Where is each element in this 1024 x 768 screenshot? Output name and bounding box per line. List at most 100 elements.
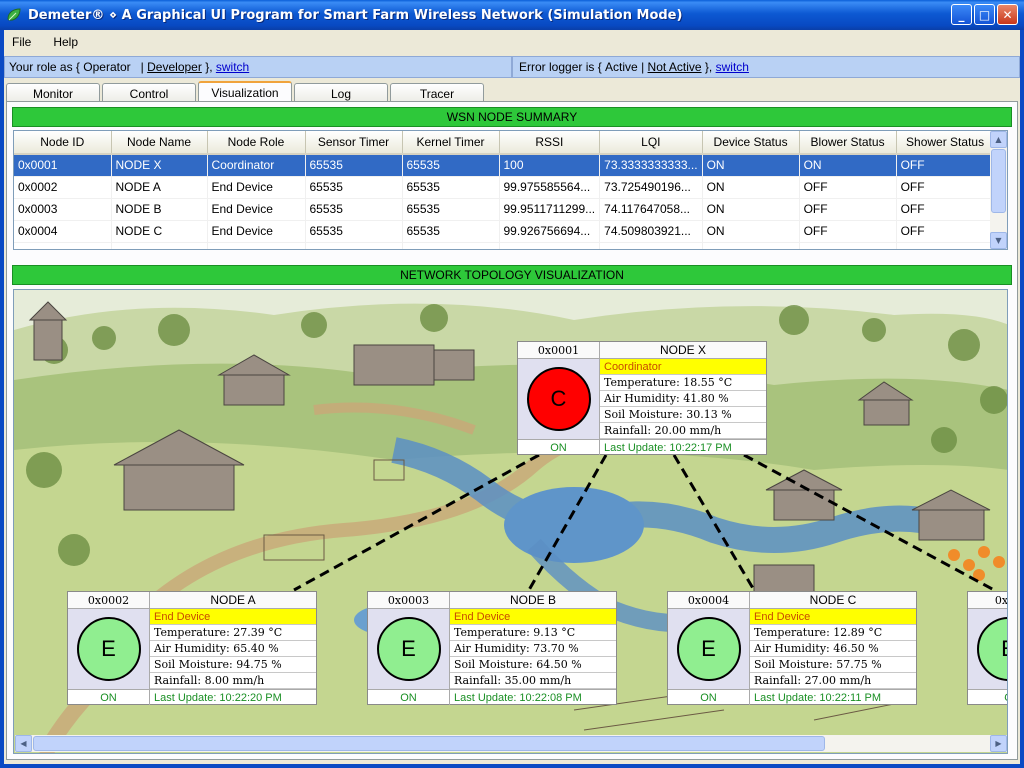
table-cell: ON — [702, 220, 800, 243]
menu-file[interactable]: File — [12, 35, 31, 49]
tab-visualization[interactable]: Visualization — [198, 81, 292, 103]
table-cell — [799, 242, 897, 249]
role-switch-link[interactable]: switch — [216, 60, 249, 74]
leaf-icon — [7, 8, 21, 21]
table-cell: 65535 — [402, 220, 500, 243]
table-cell: 0x0001 — [14, 154, 112, 177]
column-header[interactable]: RSSI — [499, 131, 601, 155]
node-name: NODE X — [600, 342, 766, 359]
maximize-button[interactable]: □ — [974, 4, 995, 25]
table-scroll-thumb[interactable] — [991, 149, 1006, 213]
topology-scroll-thumb[interactable] — [33, 736, 825, 751]
topology-horizontal-scrollbar[interactable]: ◀ ▶ — [15, 735, 1007, 752]
node-last-update: Last Update: 10:22:08 PM — [450, 689, 616, 705]
node-soil-moisture: Soil Moisture: 94.75 % — [150, 657, 316, 673]
table-cell: 65535 — [305, 220, 403, 243]
status-strip: Your role as { Operator | Developer }, s… — [4, 56, 1020, 78]
scroll-up-icon[interactable]: ▲ — [990, 131, 1007, 148]
node-rainfall: Rainfall: 35.00 mm/h — [450, 673, 616, 689]
topology-header: NETWORK TOPOLOGY VISUALIZATION — [12, 265, 1012, 285]
column-header[interactable]: Node ID — [14, 131, 112, 155]
tab-log[interactable]: Log — [294, 83, 388, 103]
table-cell: ON — [799, 154, 897, 177]
table-cell: 99.926756694... — [499, 220, 601, 243]
table-cell — [14, 242, 112, 249]
node-card[interactable]: 0x0002 NODE A E End Device Temperature: 27.3… — [67, 591, 317, 705]
table-cell: NODE A — [111, 176, 208, 199]
tab-strip: Monitor Control Visualization Log Tracer — [6, 81, 484, 103]
logger-not-active-option[interactable]: Not Active — [648, 60, 702, 74]
column-header[interactable]: Sensor Timer — [305, 131, 403, 155]
node-summary-table: Node ID Node Name Node Role Sensor Timer… — [13, 130, 1008, 250]
table-header-row: Node ID Node Name Node Role Sensor Timer… — [14, 131, 995, 155]
minimize-button[interactable]: _ — [951, 4, 972, 25]
node-soil-moisture: Soil Moisture: 57.75 % — [750, 657, 916, 673]
role-developer-option[interactable]: Developer — [147, 60, 202, 74]
node-soil-moisture: Soil Moisture: 64.50 % — [450, 657, 616, 673]
tab-control[interactable]: Control — [102, 83, 196, 103]
role-separator: | — [140, 60, 144, 74]
table-row[interactable]: 0x0001 NODE X Coordinator 65535 65535 100 73.3… — [14, 154, 995, 177]
table-cell: OFF — [896, 154, 995, 177]
column-header[interactable]: Device Status — [702, 131, 800, 155]
node-card[interactable]: 0x0001 NODE X C Coordinator Temperature: 18.… — [517, 341, 767, 455]
topology-canvas[interactable]: 0x0001 NODE X C Coordinator Temperature: 18.… — [13, 289, 1008, 754]
node-id: 0x0003 — [368, 592, 450, 609]
node-card[interactable]: 0x00 EO — [967, 591, 1007, 705]
table-row[interactable]: 0x0002 NODE A End Device 65535 65535 99.97558… — [14, 176, 995, 199]
node-icon-box: E — [968, 609, 1007, 689]
node-role: End Device — [750, 609, 916, 625]
window-title: Demeter® ⋄ A Graphical UI Program for Sm… — [28, 7, 683, 23]
node-status: ON — [68, 689, 150, 705]
table-cell: OFF — [799, 198, 897, 221]
table-row[interactable]: 0x0004 NODE C End Device 65535 65535 99.92675… — [14, 220, 995, 243]
node-role-circle[interactable]: C — [526, 367, 591, 431]
table-cell: End Device — [207, 176, 306, 199]
node-rainfall: Rainfall: 27.00 mm/h — [750, 673, 916, 689]
node-id: 0x0004 — [668, 592, 750, 609]
column-header[interactable]: LQI — [599, 131, 703, 155]
table-vertical-scrollbar[interactable]: ▲ ▼ — [990, 131, 1007, 249]
node-icon-box: E — [68, 609, 150, 689]
node-name: NODE B — [450, 592, 616, 609]
column-header[interactable]: Node Name — [111, 131, 208, 155]
logger-panel: Error logger is { Active | Not Active },… — [512, 56, 1020, 78]
scroll-right-icon[interactable]: ▶ — [990, 735, 1007, 752]
table-cell: 65535 — [305, 154, 403, 177]
table-cell — [599, 242, 703, 249]
close-button[interactable]: ✕ — [997, 4, 1018, 25]
table-cell — [499, 242, 601, 249]
tab-monitor[interactable]: Monitor — [6, 83, 100, 103]
scroll-down-icon[interactable]: ▼ — [990, 232, 1007, 249]
tab-tracer[interactable]: Tracer — [390, 83, 484, 103]
node-status: ON — [368, 689, 450, 705]
column-header[interactable]: Blower Status — [799, 131, 897, 155]
node-name: NODE A — [150, 592, 316, 609]
table-cell: 65535 — [305, 198, 403, 221]
table-cell: OFF — [896, 220, 995, 243]
table-cell: End Device — [207, 220, 306, 243]
table-cell: 0x0003 — [14, 198, 112, 221]
column-header[interactable]: Node Role — [207, 131, 306, 155]
node-id: 0x00 — [968, 592, 1007, 609]
node-role-circle[interactable]: E — [676, 617, 741, 681]
node-rainfall: Rainfall: 8.00 mm/h — [150, 673, 316, 689]
scroll-left-icon[interactable]: ◀ — [15, 735, 32, 752]
menu-help[interactable]: Help — [53, 35, 78, 49]
node-id: 0x0002 — [68, 592, 150, 609]
table-cell: NODE X — [111, 154, 208, 177]
node-role-circle[interactable]: E — [376, 617, 441, 681]
column-header[interactable]: Kernel Timer — [402, 131, 500, 155]
node-card[interactable]: 0x0003 NODE B E End Device Temperature: 9.13… — [367, 591, 617, 705]
node-temperature: Temperature: 27.39 °C — [150, 625, 316, 641]
table-cell — [111, 242, 208, 249]
logger-switch-link[interactable]: switch — [716, 60, 749, 74]
node-role-circle[interactable]: E — [976, 617, 1007, 681]
table-cell — [207, 242, 306, 249]
node-card[interactable]: 0x0004 NODE C E End Device Temperature: 12.8… — [667, 591, 917, 705]
node-name: NODE C — [750, 592, 916, 609]
column-header[interactable]: Shower Status — [896, 131, 995, 155]
table-cell: End Device — [207, 198, 306, 221]
table-row[interactable]: 0x0003 NODE B End Device 65535 65535 99.95117… — [14, 198, 995, 221]
node-role-circle[interactable]: E — [76, 617, 141, 681]
